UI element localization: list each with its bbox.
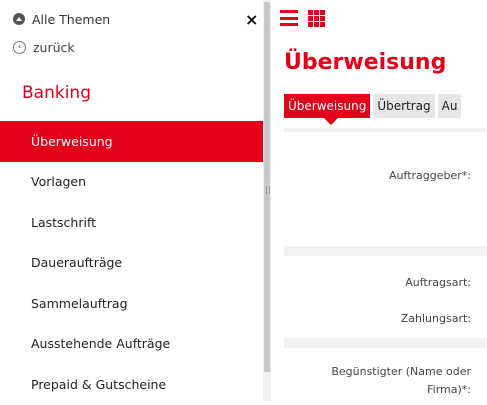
panel-beguenstigter: Begünstigter (Name oder Firma)*: [284, 348, 487, 401]
grid-menu-icon[interactable] [308, 10, 325, 27]
sidebar-item-ueberweisung[interactable]: Überweisung [0, 121, 263, 162]
sidebar-item-vorlagen[interactable]: Vorlagen [0, 162, 263, 203]
sidebar-item-prepaid-gutscheine[interactable]: Prepaid & Gutscheine [0, 364, 263, 405]
label-auftraggeber: Auftraggeber*: [389, 169, 471, 182]
sidebar-item-sammelauftrag[interactable]: Sammelauftrag [0, 283, 263, 324]
label-beguenstigter-line1: Begünstigter (Name oder [331, 365, 471, 378]
main-content: Überweisung Überweisung Übertrag Au Auft… [271, 0, 487, 401]
page-title: Überweisung [284, 50, 447, 75]
tab-au[interactable]: Au [437, 94, 462, 118]
tab-uebertrag[interactable]: Übertrag [373, 94, 435, 118]
back-arrow-icon: ‹ [13, 41, 26, 54]
up-arrow-circle-icon [13, 13, 25, 25]
sidebar-item-ausstehende-auftraege[interactable]: Ausstehende Aufträge [0, 324, 263, 365]
section-title: Banking [22, 83, 91, 103]
label-zahlungsart: Zahlungsart: [400, 312, 471, 325]
tab-ueberweisung[interactable]: Überweisung [284, 94, 371, 125]
toolbar [280, 10, 325, 27]
panel-auftraggeber: Auftraggeber*: [284, 132, 487, 246]
scrollbar-grip-icon [266, 186, 270, 194]
sidebar-menu: Überweisung Vorlagen Lastschrift Dauerau… [0, 121, 263, 405]
label-auftragsart: Auftragsart: [405, 276, 471, 289]
panel-auftragsart: Auftragsart: Zahlungsart: [284, 256, 487, 338]
sidebar-item-lastschrift[interactable]: Lastschrift [0, 202, 263, 243]
sidebar-item-dauerauftraege[interactable]: Daueraufträge [0, 243, 263, 284]
all-themes-link[interactable]: Alle Themen [13, 11, 110, 27]
label-beguenstigter-line2: Firma)*: [427, 383, 471, 396]
back-label: zurück [33, 40, 75, 55]
tab-bar: Überweisung Übertrag Au [284, 94, 462, 125]
sidebar: Alle Themen × ‹ zurück Banking Überweisu… [0, 0, 263, 401]
back-link[interactable]: ‹ zurück [13, 40, 75, 55]
hamburger-menu-icon[interactable] [280, 10, 298, 26]
close-icon[interactable]: × [245, 12, 258, 28]
all-themes-label: Alle Themen [32, 11, 111, 27]
